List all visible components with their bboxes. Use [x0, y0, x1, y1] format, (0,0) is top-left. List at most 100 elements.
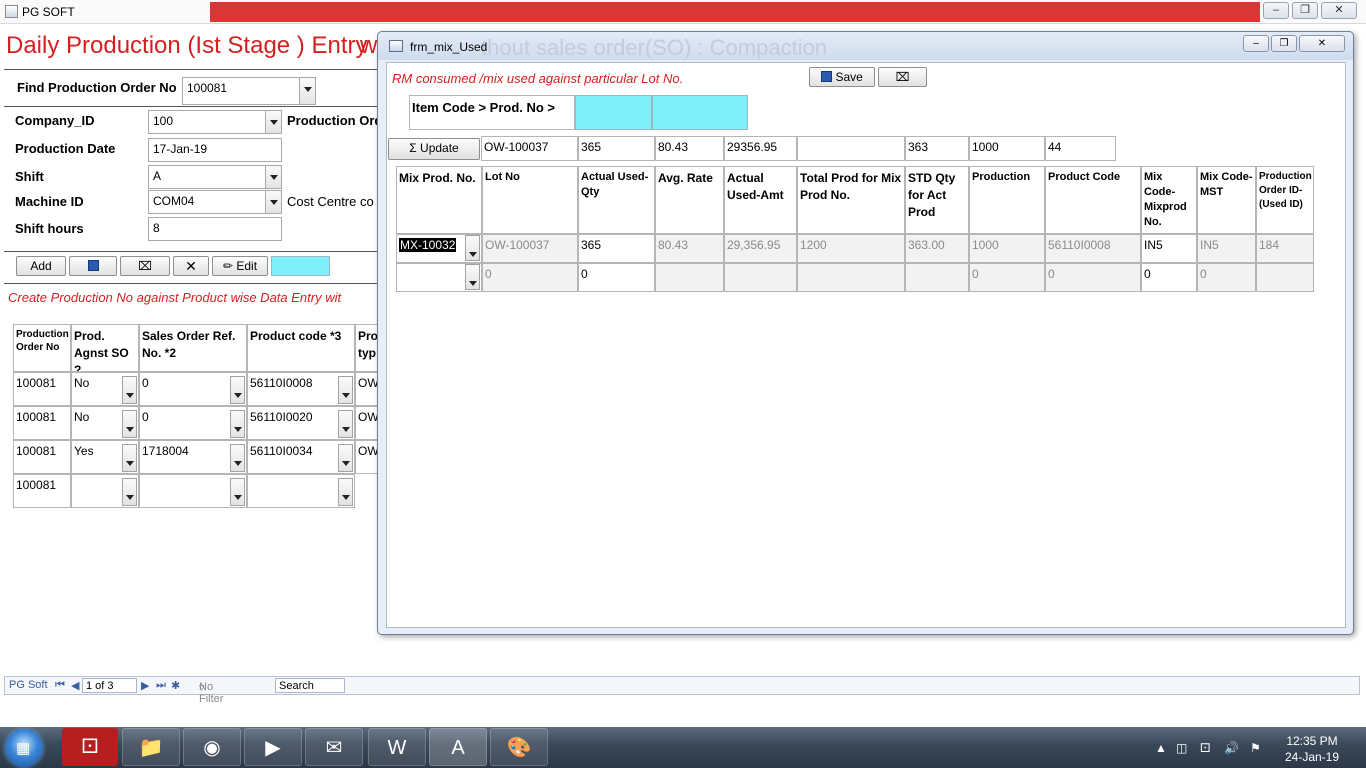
- dialog-restore-button[interactable]: ❐: [1271, 35, 1297, 52]
- save-button[interactable]: [69, 256, 117, 276]
- outlook-icon[interactable]: ✉: [305, 728, 363, 766]
- record-number-field[interactable]: 1 of 3: [82, 678, 137, 693]
- chevron-down-icon[interactable]: [122, 478, 137, 506]
- table-cell[interactable]: [797, 263, 905, 292]
- chevron-down-icon[interactable]: [122, 376, 137, 404]
- update-button[interactable]: Σ Update: [388, 138, 480, 160]
- table-cell[interactable]: 1718004: [139, 440, 247, 474]
- chevron-down-icon[interactable]: [299, 78, 315, 104]
- acrobat-tray-icon[interactable]: ⚀: [1200, 741, 1210, 755]
- table-cell[interactable]: [71, 474, 139, 508]
- table-cell[interactable]: 56110I0008: [1045, 234, 1141, 263]
- table-cell[interactable]: Yes: [71, 440, 139, 474]
- dialog-clear-button[interactable]: ⌧: [878, 67, 927, 87]
- company-id-combo[interactable]: 100: [148, 110, 282, 134]
- summary-actual-qty[interactable]: 365: [578, 136, 655, 161]
- dialog-save-button[interactable]: Save: [809, 67, 875, 87]
- table-cell[interactable]: [247, 474, 355, 508]
- table-cell[interactable]: 1000: [969, 234, 1045, 263]
- new-record-icon[interactable]: ✱: [171, 679, 180, 692]
- chrome-icon[interactable]: ◉: [183, 728, 241, 766]
- chevron-down-icon[interactable]: [230, 444, 245, 472]
- show-hidden-icons[interactable]: ▲: [1155, 741, 1167, 755]
- system-clock[interactable]: 12:35 PM 24-Jan-19: [1282, 733, 1342, 765]
- summary-actual-amt[interactable]: 29356.95: [724, 136, 797, 161]
- chevron-down-icon[interactable]: [338, 410, 353, 438]
- summary-lot-no[interactable]: OW-100037: [481, 136, 578, 161]
- table-cell[interactable]: [396, 263, 482, 292]
- delete-button[interactable]: ✕: [173, 256, 209, 276]
- paint-icon[interactable]: 🎨: [490, 728, 548, 766]
- table-cell[interactable]: 1200: [797, 234, 905, 263]
- restore-button[interactable]: ❐: [1292, 2, 1318, 19]
- production-date-field[interactable]: 17-Jan-19: [148, 138, 282, 162]
- media-player-icon[interactable]: ▶: [244, 728, 302, 766]
- table-cell[interactable]: 0: [139, 406, 247, 440]
- summary-avg-rate[interactable]: 80.43: [655, 136, 724, 161]
- chevron-down-icon[interactable]: [465, 235, 480, 261]
- table-cell[interactable]: 29,356.95: [724, 234, 797, 263]
- table-cell[interactable]: 0: [139, 372, 247, 406]
- table-cell[interactable]: MX-10032: [396, 234, 482, 263]
- table-cell[interactable]: 56110I0034: [247, 440, 355, 474]
- chevron-down-icon[interactable]: [338, 376, 353, 404]
- next-record-icon[interactable]: ▶: [141, 679, 149, 692]
- table-cell[interactable]: [905, 263, 969, 292]
- cyan-indicator[interactable]: [271, 256, 330, 276]
- table-cell[interactable]: 56110I0008: [247, 372, 355, 406]
- shift-combo[interactable]: A: [148, 165, 282, 189]
- table-cell[interactable]: [655, 263, 724, 292]
- action-center-flag-icon[interactable]: ⚑: [1250, 741, 1261, 755]
- chevron-down-icon[interactable]: [338, 444, 353, 472]
- table-cell[interactable]: OW-100037: [482, 234, 578, 263]
- add-button[interactable]: Add: [16, 256, 66, 276]
- clear-button[interactable]: ⌧: [120, 256, 170, 276]
- access-icon[interactable]: A: [429, 728, 487, 766]
- chevron-down-icon[interactable]: [230, 376, 245, 404]
- item-code-field[interactable]: [575, 95, 652, 130]
- table-cell[interactable]: 80.43: [655, 234, 724, 263]
- table-cell[interactable]: 0: [1197, 263, 1256, 292]
- dialog-close-button[interactable]: ✕: [1299, 35, 1345, 52]
- word-icon[interactable]: W: [368, 728, 426, 766]
- first-record-icon[interactable]: ⏮: [55, 679, 65, 692]
- chevron-down-icon[interactable]: [338, 478, 353, 506]
- chevron-down-icon[interactable]: [465, 264, 480, 290]
- table-cell[interactable]: 365: [578, 234, 655, 263]
- table-cell[interactable]: [139, 474, 247, 508]
- summary-std-qty[interactable]: 363: [905, 136, 969, 161]
- chevron-down-icon[interactable]: [230, 478, 245, 506]
- summary-count[interactable]: 44: [1045, 136, 1116, 161]
- table-cell[interactable]: 100081: [13, 440, 71, 474]
- dialog-minimize-button[interactable]: –: [1243, 35, 1269, 52]
- table-cell[interactable]: [1256, 263, 1314, 292]
- table-cell[interactable]: IN5: [1197, 234, 1256, 263]
- chevron-down-icon[interactable]: [122, 444, 137, 472]
- chevron-down-icon[interactable]: [265, 191, 281, 213]
- table-cell[interactable]: 100081: [13, 474, 71, 508]
- prod-no-field[interactable]: [652, 95, 748, 130]
- chevron-down-icon[interactable]: [265, 111, 281, 133]
- table-cell[interactable]: IN5: [1141, 234, 1197, 263]
- edit-button[interactable]: ✏ Edit: [212, 256, 268, 276]
- file-explorer-icon[interactable]: 📁: [122, 728, 180, 766]
- summary-production[interactable]: 1000: [969, 136, 1045, 161]
- search-input[interactable]: Search: [275, 678, 345, 693]
- previous-record-icon[interactable]: ◀: [71, 679, 79, 692]
- table-cell[interactable]: 56110I0020: [247, 406, 355, 440]
- table-cell[interactable]: No: [71, 372, 139, 406]
- table-cell[interactable]: 0: [578, 263, 655, 292]
- table-cell[interactable]: No: [71, 406, 139, 440]
- find-order-combo[interactable]: 100081: [182, 77, 316, 105]
- last-record-icon[interactable]: ⏭: [156, 679, 166, 692]
- table-cell[interactable]: 0: [1045, 263, 1141, 292]
- chevron-down-icon[interactable]: [265, 166, 281, 188]
- table-cell[interactable]: 0: [1141, 263, 1197, 292]
- table-cell[interactable]: 100081: [13, 406, 71, 440]
- network-icon[interactable]: ◫: [1176, 741, 1187, 755]
- table-cell[interactable]: 100081: [13, 372, 71, 406]
- chevron-down-icon[interactable]: [230, 410, 245, 438]
- chevron-down-icon[interactable]: [122, 410, 137, 438]
- volume-icon[interactable]: 🔊: [1224, 741, 1239, 755]
- summary-total-prod[interactable]: [797, 136, 905, 161]
